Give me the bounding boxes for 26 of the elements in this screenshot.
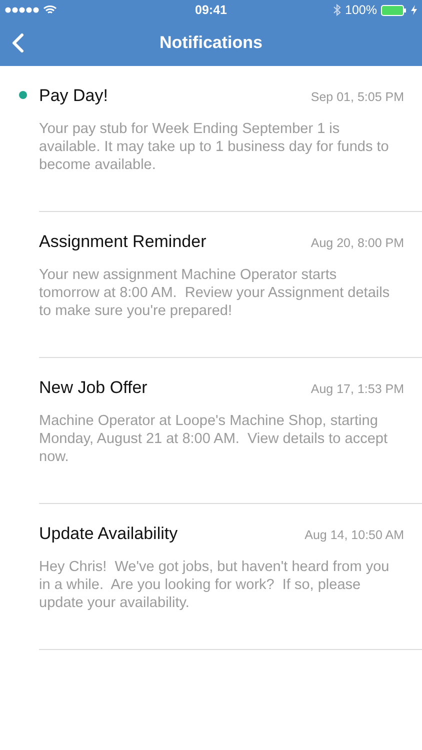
notification-title: Pay Day! (39, 86, 109, 106)
notification-title: Assignment Reminder (39, 232, 208, 252)
notification-title: New Job Offer (39, 378, 148, 398)
notification-date: Aug 14, 10:50 AM (304, 528, 404, 542)
back-button[interactable] (10, 31, 26, 55)
notification-item[interactable]: Pay Day! Sep 01, 5:05 PM Your pay stub for Week Ending September 1 is available. It may take up to 1 business day for funds to become available. (39, 66, 422, 212)
battery-icon (381, 4, 407, 16)
charging-icon (411, 5, 417, 15)
notification-date: Sep 01, 5:05 PM (310, 90, 404, 104)
chevron-left-icon (12, 33, 24, 53)
notification-date: Aug 17, 1:53 PM (310, 382, 404, 396)
battery-percent: 100% (345, 3, 377, 17)
page-title: Notifications (160, 33, 262, 53)
notification-title: Update Availability (39, 524, 179, 544)
notification-message: Hey Chris! We've got jobs, but haven't heard from you in a while. Are you looking for work? If so, please update your availability. (39, 558, 390, 612)
notification-item[interactable]: New Job Offer Aug 17, 1:53 PM Machine Operator at Loope's Machine Shop, starting Monday, August 21 at 8:00 AM. View details to accept now. (39, 358, 422, 504)
status-time: 09:41 (195, 3, 227, 17)
notification-item[interactable]: Update Availability Aug 14, 10:50 AM Hey Chris! We've got jobs, but haven't heard from you in a while. Are you looking for work? If so, please update your availability. (39, 504, 422, 650)
signal-icon (5, 7, 39, 13)
notification-message: Your pay stub for Week Ending September 1 is available. It may take up to 1 business day for funds to become available. (39, 120, 390, 174)
notification-date: Aug 20, 8:00 PM (310, 236, 404, 250)
wifi-icon (43, 5, 57, 15)
notification-item[interactable]: Assignment Reminder Aug 20, 8:00 PM Your new assignment Machine Operator starts tomorrow at 8:00 AM. Review your Assignment details to make sure you're prepared! (39, 212, 422, 358)
bluetooth-icon (333, 4, 342, 16)
notification-message: Machine Operator at Loope's Machine Shop, starting Monday, August 21 at 8:00 AM. View details to accept now. (39, 412, 388, 466)
notification-message: Your new assignment Machine Operator starts tomorrow at 8:00 AM. Review your Assignment details to make sure you're prepared! (39, 266, 391, 320)
